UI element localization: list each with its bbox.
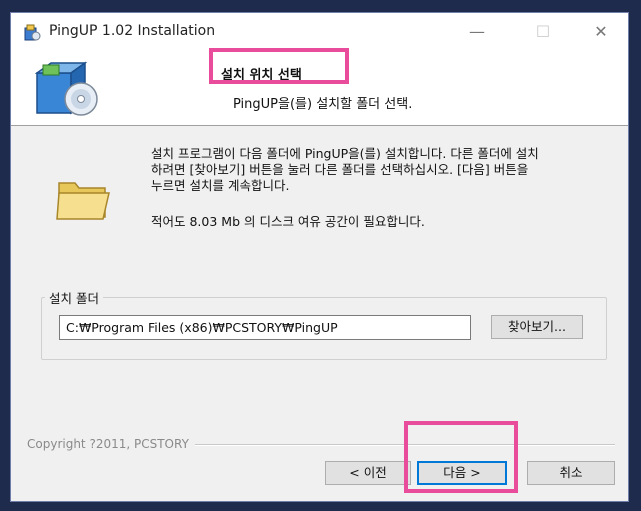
description-line: 하려면 [찾아보기] 버튼을 눌러 다른 폴더를 선택하십시오. [다음] 버튼…: [151, 162, 529, 177]
maximize-button[interactable]: ☐: [523, 19, 563, 45]
page-subtitle: PingUP을(를) 설치할 폴더 선택.: [233, 97, 413, 112]
highlight-box-next-button: [404, 421, 518, 493]
back-button[interactable]: < 이전: [325, 461, 411, 485]
install-path-input[interactable]: [59, 315, 471, 340]
install-package-cd-icon: [34, 61, 98, 116]
description-line: 설치 프로그램이 다음 폴더에 PingUP을(를) 설치합니다. 다른 폴더에…: [151, 146, 539, 161]
window-title: PingUP 1.02 Installation: [49, 23, 216, 39]
highlight-box-title: [209, 48, 349, 84]
copyright-text: Copyright ?2011, PCSTORY: [27, 437, 189, 451]
install-description: 설치 프로그램이 다음 폴더에 PingUP을(를) 설치합니다. 다른 폴더에…: [151, 146, 611, 194]
disk-space-notice: 적어도 8.03 Mb 의 디스크 여유 공간이 필요합니다.: [151, 214, 425, 229]
installer-window: PingUP 1.02 Installation — ☐ ✕ 설치 위치 선택 …: [10, 12, 629, 502]
minimize-button[interactable]: —: [457, 19, 497, 45]
browse-button[interactable]: 찾아보기...: [491, 315, 583, 339]
description-line: 누르면 설치를 계속합니다.: [151, 178, 290, 193]
close-button[interactable]: ✕: [581, 19, 621, 45]
screenshot-frame: PingUP 1.02 Installation — ☐ ✕ 설치 위치 선택 …: [0, 0, 641, 511]
cancel-button[interactable]: 취소: [527, 461, 615, 485]
title-bar[interactable]: PingUP 1.02 Installation — ☐ ✕: [11, 13, 628, 51]
install-folder-label: 설치 폴더: [45, 288, 103, 307]
installer-box-icon: [24, 24, 41, 41]
folder-icon: [56, 182, 110, 220]
